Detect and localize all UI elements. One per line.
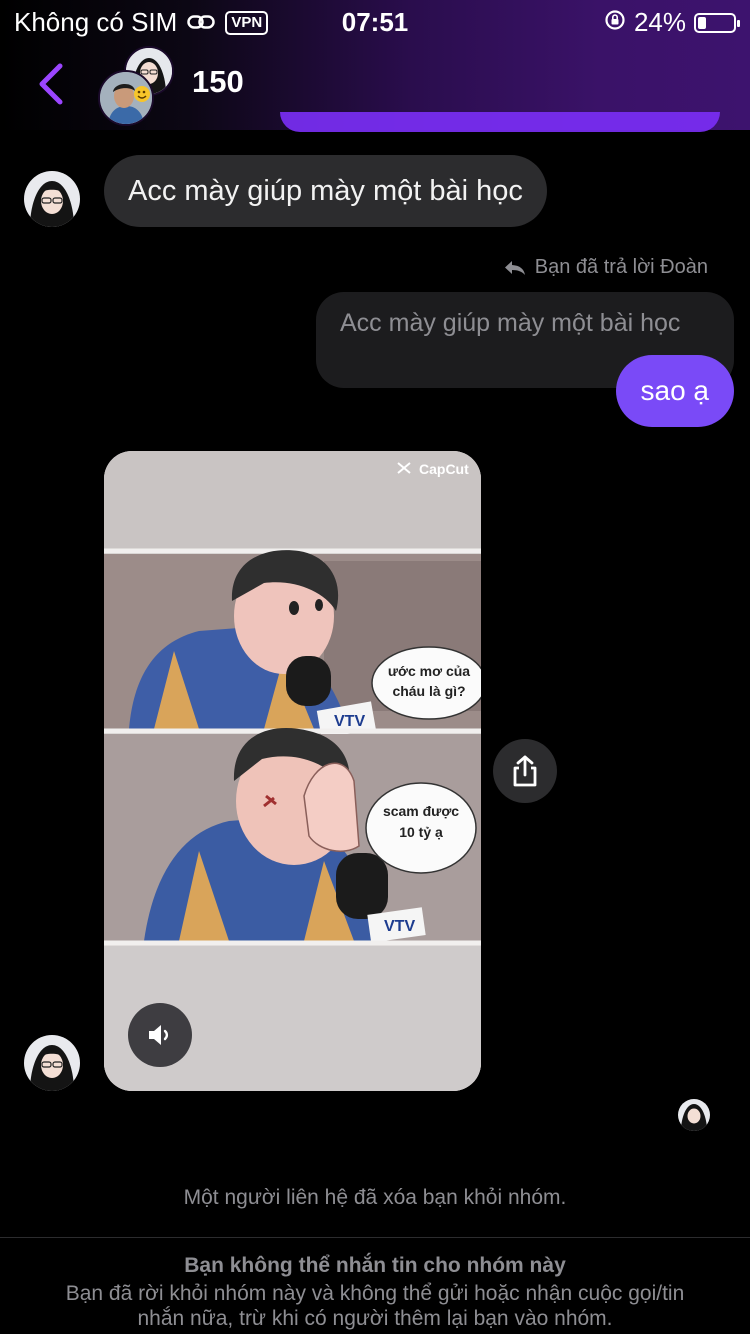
system-message: Một người liên hệ đã xóa bạn khỏi nhóm. bbox=[183, 1186, 567, 1209]
status-right: 24% bbox=[604, 7, 740, 38]
battery-icon bbox=[694, 12, 740, 33]
outgoing-message[interactable]: sao ạ bbox=[615, 355, 734, 427]
pinned-message-edge bbox=[280, 112, 720, 132]
reply-icon bbox=[504, 260, 525, 275]
share-icon bbox=[513, 755, 537, 787]
video-thumbnail: VTV ước mơ của cháu là gì? VTV scam được… bbox=[104, 451, 481, 1091]
speech-1-line-2: cháu là gì? bbox=[392, 683, 465, 699]
back-button[interactable] bbox=[34, 62, 70, 106]
battery-level bbox=[698, 16, 707, 29]
incoming-message[interactable]: Acc mày giúp mày một bài học bbox=[104, 155, 547, 227]
mic-label-2: VTV bbox=[384, 918, 415, 935]
member-avatar-boy bbox=[98, 70, 154, 126]
chevron-left-icon bbox=[39, 63, 63, 105]
mute-button[interactable] bbox=[128, 1003, 192, 1067]
carrier-label: Không có SIM bbox=[14, 7, 178, 37]
speech-2-line-1: scam được bbox=[383, 803, 459, 819]
group-avatar[interactable] bbox=[98, 46, 178, 126]
sender-avatar-video[interactable] bbox=[24, 1035, 80, 1091]
vpn-badge: VPN bbox=[225, 10, 269, 35]
chat-screen: Không có SIM VPN 07:51 24% 150 Acc mày g… bbox=[0, 0, 750, 1334]
link-icon bbox=[187, 7, 216, 38]
reply-indicator: Bạn đã trả lời Đoàn bbox=[503, 256, 708, 279]
reply-note-text: Bạn đã trả lời Đoàn bbox=[534, 256, 708, 278]
mic-label-1: VTV bbox=[334, 713, 365, 730]
footer-body: Bạn đã rời khỏi nhóm này và không thể gử… bbox=[65, 1282, 685, 1330]
seen-by-avatar bbox=[678, 1099, 710, 1131]
speaker-icon bbox=[149, 1025, 169, 1045]
group-title[interactable]: 150 bbox=[192, 64, 244, 100]
speech-2-line-2: 10 tỷ ạ bbox=[399, 824, 443, 840]
status-left: Không có SIM VPN bbox=[14, 7, 269, 38]
speech-1-line-1: ước mơ của bbox=[388, 663, 470, 679]
video-message[interactable]: VTV ước mơ của cháu là gì? VTV scam được… bbox=[104, 451, 481, 1091]
status-bar: Không có SIM VPN 07:51 24% bbox=[0, 0, 750, 42]
rotation-lock-icon bbox=[604, 7, 626, 38]
battery-percent: 24% bbox=[633, 7, 686, 37]
footer-title: Bạn không thể nhắn tin cho nhóm này bbox=[184, 1254, 566, 1277]
capcut-watermark: CapCut bbox=[419, 461, 469, 477]
share-button[interactable] bbox=[493, 739, 557, 803]
footer-divider bbox=[0, 1237, 750, 1238]
sender-avatar[interactable] bbox=[24, 171, 80, 227]
